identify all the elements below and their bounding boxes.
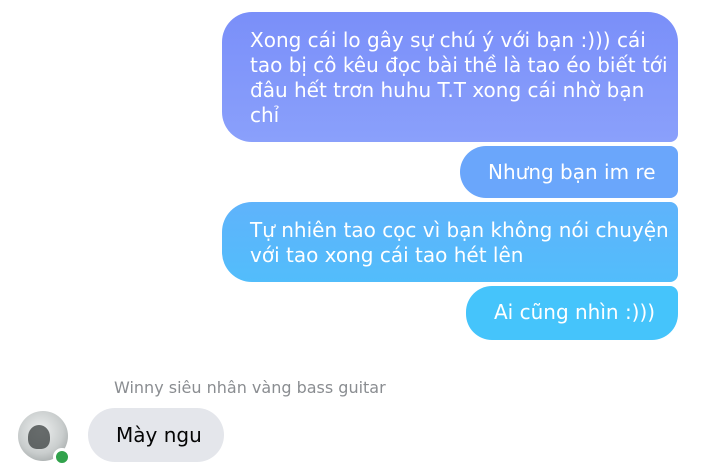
message-line: với tao xong cái tao hét lên xyxy=(250,243,524,267)
incoming-message[interactable]: Mày ngu xyxy=(88,408,224,462)
message-line: chỉ xyxy=(250,103,280,127)
message-line: đâu hết trơn huhu T.T xong cái nhờ bạn xyxy=(250,78,645,102)
outgoing-message[interactable]: Ai cũng nhìn :))) xyxy=(466,286,678,340)
message-line: Nhưng bạn im re xyxy=(488,160,656,184)
message-line: tao bị cô kêu đọc bài thề là tao éo biết… xyxy=(250,53,668,77)
chat-thread: Xong cái lo gây sự chú ý với bạn :))) cá… xyxy=(0,0,720,475)
outgoing-message[interactable]: Tự nhiên tao cọc vì bạn không nói chuyện… xyxy=(222,202,678,282)
sender-name: Winny siêu nhân vàng bass guitar xyxy=(114,378,386,397)
message-line: Xong cái lo gây sự chú ý với bạn :))) cá… xyxy=(250,28,646,52)
online-status-icon xyxy=(53,448,71,466)
outgoing-message[interactable]: Xong cái lo gây sự chú ý với bạn :))) cá… xyxy=(222,12,678,142)
message-line: Ai cũng nhìn :))) xyxy=(494,300,656,324)
message-line: Tự nhiên tao cọc vì bạn không nói chuyện xyxy=(250,218,669,242)
outgoing-message[interactable]: Nhưng bạn im re xyxy=(460,146,678,198)
avatar-photo xyxy=(28,425,50,449)
